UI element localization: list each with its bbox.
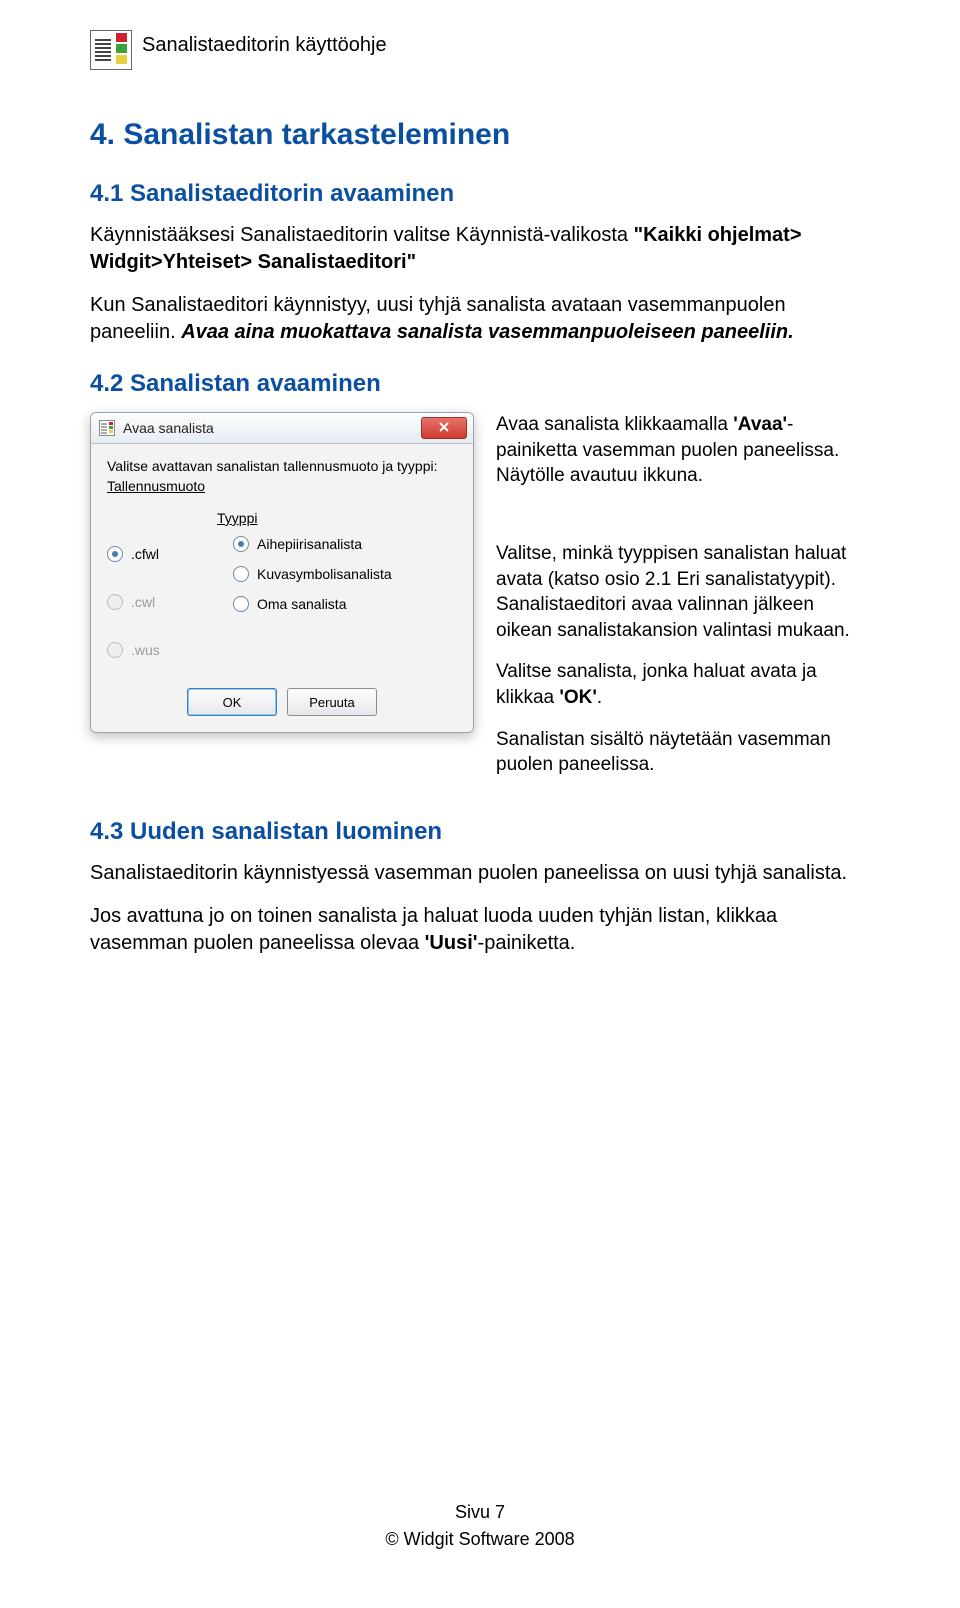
ok-button[interactable]: OK — [187, 688, 277, 716]
section-4-3-title: 4.3 Uuden sanalistan luominen — [90, 818, 870, 846]
cancel-button[interactable]: Peruuta — [287, 688, 377, 716]
page-number: Sivu 7 — [0, 1499, 960, 1526]
header: Sanalistaeditorin käyttöohje — [90, 30, 870, 68]
radio-icon — [107, 594, 123, 610]
text-bold: 'OK' — [559, 687, 597, 708]
text: -painiketta. — [478, 932, 576, 954]
radio-label: .cfwl — [131, 546, 159, 562]
titlebar: Avaa sanalista — [91, 413, 473, 444]
footer: Sivu 7 © Widgit Software 2008 — [0, 1499, 960, 1553]
header-title: Sanalistaeditorin käyttöohje — [142, 30, 387, 57]
section-4-2-para-1: Avaa sanalista klikkaamalla 'Avaa'-paini… — [496, 412, 870, 489]
radio-label: Aihepiirisanalista — [257, 536, 362, 552]
radio-cfwl[interactable]: .cfwl — [107, 546, 187, 562]
close-button[interactable] — [421, 417, 467, 439]
section-4-2-para-2: Valitse, minkä tyyppisen sanalistan halu… — [496, 541, 870, 644]
format-options: .cfwl .cwl .wus — [107, 510, 187, 658]
radio-icon — [233, 536, 249, 552]
text-bold: 'Avaa' — [733, 414, 787, 435]
section-4-3-para-1: Sanalistaeditorin käynnistyessä vasemman… — [90, 860, 870, 887]
section-4-2-title: 4.2 Sanalistan avaaminen — [90, 370, 870, 398]
open-wordlist-dialog: Avaa sanalista Valitse avattavan sanalis… — [90, 412, 474, 733]
text-emph: Avaa aina muokattava sanalista vasemmanp… — [181, 321, 794, 343]
section-4-2-para-4: Sanalistan sisältö näytetään vasemman pu… — [496, 727, 870, 778]
radio-label: .wus — [131, 642, 160, 658]
dialog-prompt: Valitse avattavan sanalistan tallennusmu… — [107, 458, 457, 474]
button-label: OK — [223, 695, 242, 710]
format-group-label: Tallennusmuoto — [107, 478, 457, 494]
dialog-app-icon — [99, 420, 115, 436]
dialog-title: Avaa sanalista — [123, 420, 413, 436]
text: Käynnistääksesi Sanalistaeditorin valits… — [90, 224, 634, 246]
radio-cwl[interactable]: .cwl — [107, 594, 187, 610]
type-options-group: Tyyppi Aihepiirisanalista Kuvasymbolisan… — [217, 510, 457, 658]
radio-icon — [107, 546, 123, 562]
text: Valitse sanalista, jonka haluat avata ja… — [496, 661, 817, 708]
section-4-1-para-2: Kun Sanalistaeditori käynnistyy, uusi ty… — [90, 292, 870, 346]
radio-icon — [233, 596, 249, 612]
radio-icon — [107, 642, 123, 658]
section-4-1-para-1: Käynnistääksesi Sanalistaeditorin valits… — [90, 222, 870, 276]
button-label: Peruuta — [309, 695, 355, 710]
section-4-2-para-3: Valitse sanalista, jonka haluat avata ja… — [496, 659, 870, 710]
copyright: © Widgit Software 2008 — [0, 1526, 960, 1553]
section-4-title: 4. Sanalistan tarkasteleminen — [90, 118, 870, 152]
text: Avaa sanalista klikkaamalla — [496, 414, 733, 435]
text-bold: 'Uusi' — [425, 932, 478, 954]
close-icon — [439, 421, 449, 435]
section-4-1-title: 4.1 Sanalistaeditorin avaaminen — [90, 180, 870, 208]
radio-symbol-list[interactable]: Kuvasymbolisanalista — [233, 566, 457, 582]
section-4-3-para-2: Jos avattuna jo on toinen sanalista ja h… — [90, 903, 870, 957]
radio-icon — [233, 566, 249, 582]
radio-wus[interactable]: .wus — [107, 642, 187, 658]
wordlist-editor-icon — [90, 30, 130, 68]
text: . — [597, 687, 602, 708]
radio-label: .cwl — [131, 594, 155, 610]
type-group-label: Tyyppi — [217, 510, 457, 526]
radio-label: Oma sanalista — [257, 596, 346, 612]
radio-topic-list[interactable]: Aihepiirisanalista — [233, 536, 457, 552]
radio-own-list[interactable]: Oma sanalista — [233, 596, 457, 612]
radio-label: Kuvasymbolisanalista — [257, 566, 392, 582]
